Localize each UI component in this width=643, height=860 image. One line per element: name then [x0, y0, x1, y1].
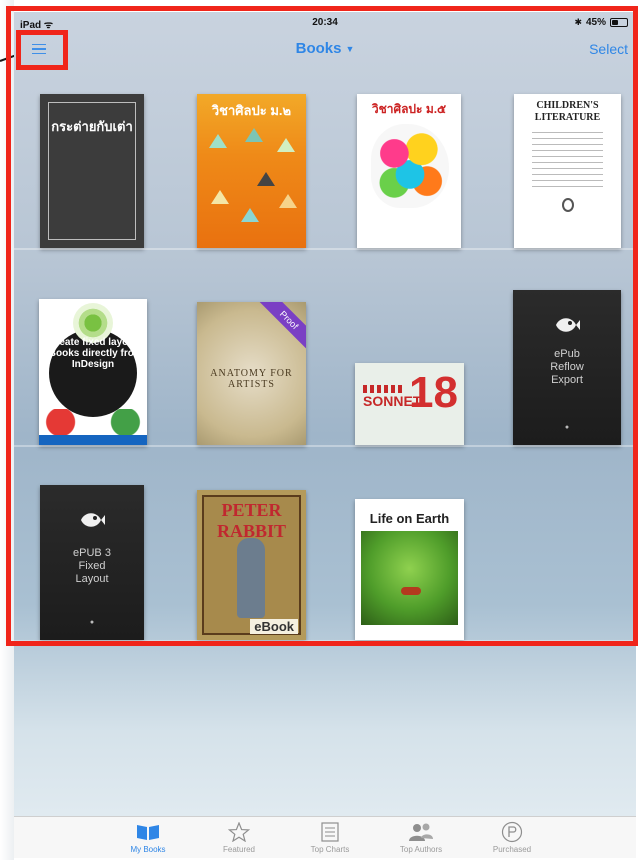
tab-label: My Books — [130, 845, 166, 854]
tab-top-authors[interactable]: Top Authors — [376, 821, 466, 854]
book-cover[interactable]: Create fixed layout eBooks directly from… — [39, 299, 147, 445]
page-title: Books — [295, 40, 342, 57]
tab-featured[interactable]: Featured — [194, 821, 284, 854]
book-title: ePub Reflow Export — [550, 348, 584, 387]
book-cover[interactable]: Life on Earth — [355, 499, 464, 640]
purchased-icon — [467, 821, 557, 843]
star-icon — [194, 821, 284, 843]
select-button[interactable]: Select — [589, 41, 628, 57]
tab-purchased[interactable]: Purchased — [467, 821, 557, 854]
book-cover[interactable]: วิชาศิลปะ ม.๕ — [357, 94, 461, 248]
fish-logo-icon — [556, 318, 580, 332]
tab-top-charts[interactable]: Top Charts — [285, 821, 375, 854]
book-title: ePUB 3 Fixed Layout — [73, 547, 111, 586]
book-cover[interactable]: กระต่ายกับเต่า — [40, 94, 144, 248]
book-title: วิชาศิลปะ ม.๒ — [211, 103, 292, 118]
book-cover[interactable]: CHILDREN'S LITERATURE — [514, 94, 621, 248]
fish-logo-icon — [81, 513, 105, 527]
book-title: CHILDREN'S LITERATURE — [534, 100, 601, 123]
ipad-screen: iPad ᯤ 20:34 ✱ 45% Books ▼ Select กระต่าย… — [14, 12, 636, 858]
tab-label: Featured — [222, 845, 256, 854]
book-cover[interactable]: ANATOMY FOR ARTISTS Proof — [197, 302, 306, 445]
proof-badge: Proof — [258, 302, 306, 351]
navigation-bar: Books ▼ Select — [14, 36, 636, 66]
page-left-margin — [0, 0, 14, 860]
status-bar: iPad ᯤ 20:34 ✱ 45% — [14, 12, 636, 32]
tab-my-books[interactable]: My Books — [103, 821, 193, 854]
book-cover[interactable]: วิชาศิลปะ ม.๒ — [197, 94, 306, 248]
battery-percent: 45% — [585, 17, 606, 28]
list-icon — [285, 821, 375, 843]
book-cover[interactable]: SONNET 18 — [355, 363, 464, 445]
tab-label: Top Charts — [310, 845, 350, 854]
book-number: 18 — [409, 368, 458, 417]
people-icon — [376, 821, 466, 843]
status-time: 20:34 — [312, 17, 338, 28]
chevron-down-icon: ▼ — [345, 44, 355, 55]
status-battery: ✱ 45% — [574, 17, 628, 28]
book-title: Create fixed layout eBooks directly from… — [43, 337, 143, 370]
ebook-badge: eBook — [250, 619, 298, 634]
publisher-logo: ● — [564, 424, 570, 431]
book-cover[interactable]: ePUB 3 Fixed Layout ● — [40, 485, 144, 640]
publisher-logo: ● — [89, 619, 95, 626]
book-title: Life on Earth — [369, 511, 450, 526]
book-title: PETER RABBIT — [216, 500, 287, 541]
collection-title-button[interactable]: Books ▼ — [14, 40, 636, 57]
tab-bar: My Books Featured Top Charts Top Authors… — [14, 816, 636, 858]
open-book-icon — [103, 821, 193, 843]
book-cover[interactable]: ePub Reflow Export ● — [513, 290, 621, 445]
book-cover[interactable]: PETER RABBIT eBook — [197, 490, 306, 640]
bluetooth-icon: ✱ — [574, 17, 582, 27]
tab-label: Top Authors — [399, 845, 443, 854]
book-title: ANATOMY FOR ARTISTS — [210, 368, 293, 390]
book-title: วิชาศิลปะ ม.๕ — [371, 102, 447, 116]
book-title: กระต่ายกับเต่า — [51, 119, 133, 134]
tab-label: Purchased — [492, 845, 532, 854]
battery-icon — [610, 18, 628, 27]
